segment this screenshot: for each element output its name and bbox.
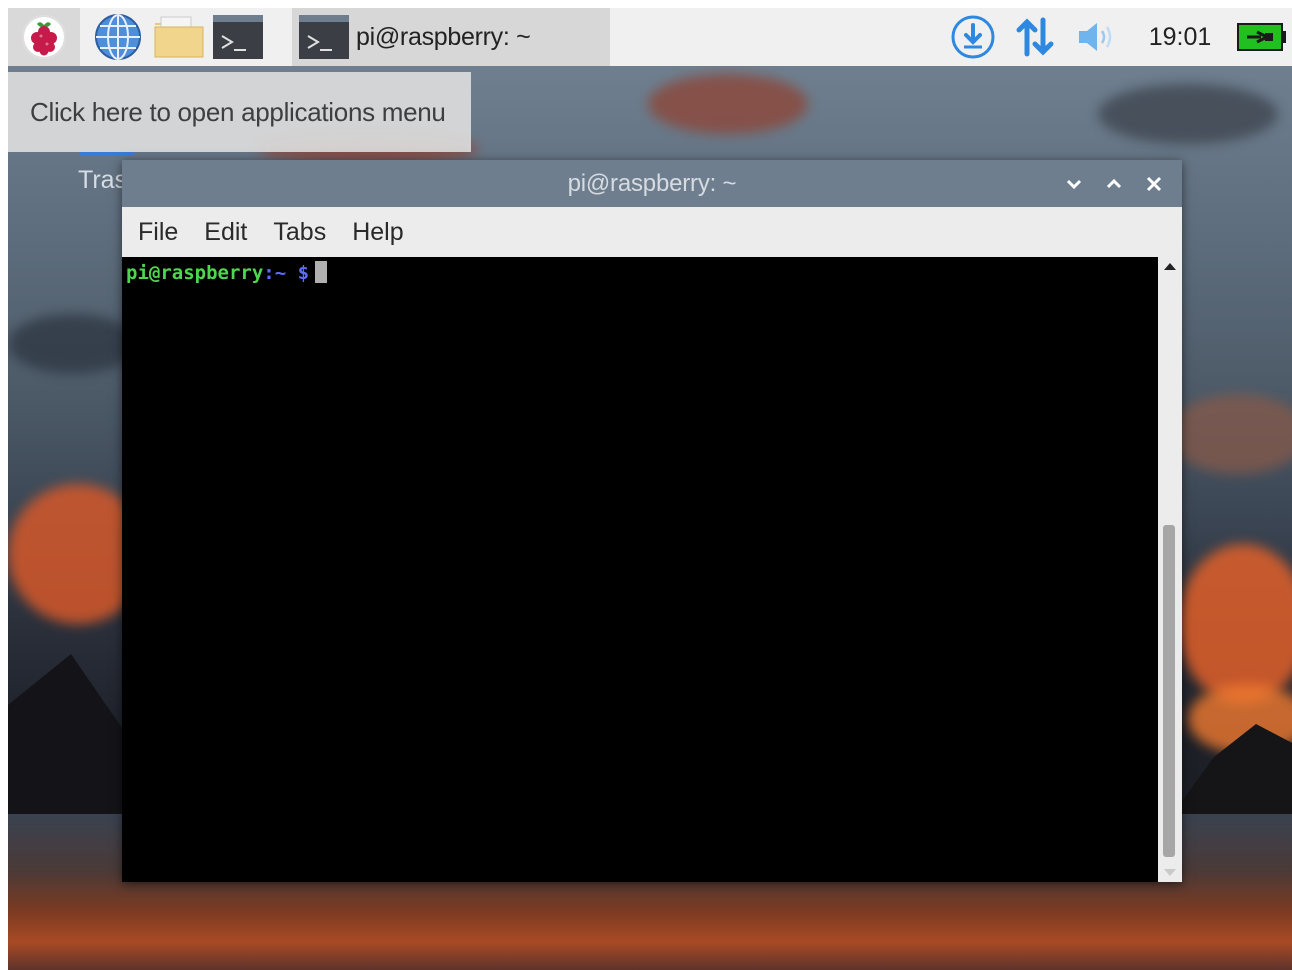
download-icon [951, 15, 995, 59]
maximize-button[interactable] [1102, 172, 1126, 196]
scroll-up-icon[interactable] [1164, 263, 1176, 270]
text-cursor [315, 261, 328, 283]
updater-button[interactable] [942, 8, 1004, 66]
desktop-trash-label[interactable]: Tras [78, 166, 127, 195]
clock[interactable]: 19:01 [1128, 23, 1232, 52]
power-status[interactable] [1232, 8, 1292, 66]
window-title: pi@raspberry: ~ [567, 169, 737, 197]
menu-file[interactable]: File [138, 218, 178, 247]
taskbar-window-terminal[interactable]: pi@raspberry: ~ [292, 8, 610, 66]
chevron-down-icon [1066, 179, 1082, 189]
terminal-icon [213, 15, 263, 59]
terminal-menubar: File Edit Tabs Help [122, 207, 1182, 257]
applications-menu-button[interactable] [8, 8, 80, 66]
menu-tabs[interactable]: Tabs [273, 218, 326, 247]
volume-button[interactable] [1066, 8, 1128, 66]
wallpaper-cloud [8, 314, 138, 374]
terminal-window: pi@raspberry: ~ File Edit Tabs Help pi@r… [122, 160, 1182, 882]
menu-edit[interactable]: Edit [204, 218, 247, 247]
terminal-scrollbar[interactable] [1158, 257, 1182, 882]
scroll-down-icon[interactable] [1164, 869, 1176, 876]
taskbar-window-label: pi@raspberry: ~ [356, 22, 531, 51]
system-tray: 19:01 [942, 8, 1292, 66]
battery-charging-icon [1237, 23, 1286, 51]
wallpaper-cloud [1178, 544, 1292, 704]
wallpaper-cloud [648, 74, 808, 134]
applications-menu-tooltip: Click here to open applications menu [8, 72, 471, 152]
window-titlebar[interactable]: pi@raspberry: ~ [122, 160, 1182, 207]
prompt-path: :~ $ [263, 262, 310, 284]
folder-icon [154, 16, 204, 58]
menu-help[interactable]: Help [352, 218, 403, 247]
terminal-icon [299, 15, 349, 59]
scrollbar-thumb[interactable] [1163, 525, 1175, 857]
network-button[interactable] [1004, 8, 1066, 66]
close-button[interactable] [1142, 172, 1166, 196]
trash-icon-edge [80, 152, 134, 155]
speaker-icon [1079, 23, 1112, 51]
shell-prompt: pi@raspberry:~ $ [126, 261, 328, 284]
web-browser-launcher[interactable] [90, 8, 146, 66]
file-manager-launcher[interactable] [152, 8, 208, 66]
network-arrows-icon [1016, 17, 1054, 57]
raspberry-pi-icon [22, 15, 66, 59]
prompt-user: pi@raspberry [126, 262, 264, 284]
globe-icon [95, 14, 141, 60]
wallpaper-cloud [1098, 84, 1278, 144]
tooltip-text: Click here to open applications menu [30, 96, 446, 127]
close-icon [1146, 176, 1162, 191]
taskbar: pi@raspberry: ~ 19:01 [8, 8, 1292, 66]
terminal-launcher[interactable] [210, 8, 266, 66]
terminal-output[interactable]: pi@raspberry:~ $ [122, 257, 1158, 882]
chevron-up-icon [1106, 178, 1122, 188]
minimize-button[interactable] [1062, 172, 1086, 196]
wallpaper-cloud [1168, 394, 1292, 474]
